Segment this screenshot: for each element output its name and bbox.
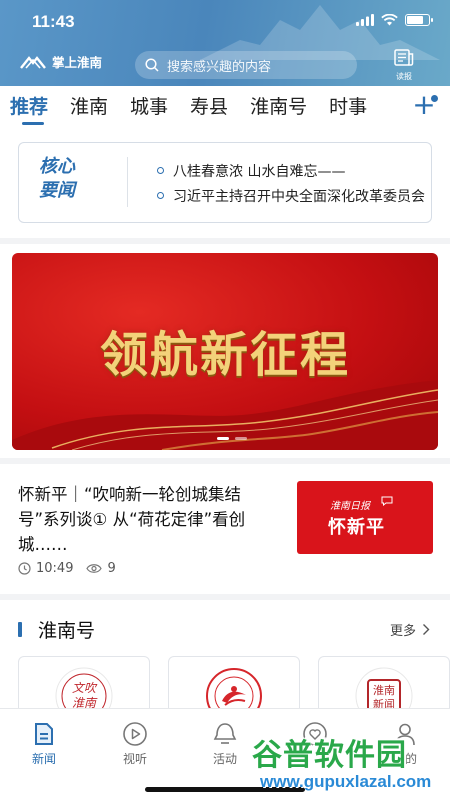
tab-current-affairs[interactable]: 时事 <box>329 92 367 119</box>
hao-account-card[interactable]: 文吹 淮南 <box>18 656 150 716</box>
thumbnail-column-name: 怀新平 <box>328 517 385 538</box>
tab-shouxian[interactable]: 寿县 <box>190 92 228 119</box>
activity-icon <box>213 723 237 744</box>
search-input[interactable]: 搜索感兴趣的内容 <box>135 51 357 79</box>
status-time: 11:43 <box>32 12 75 31</box>
search-icon <box>145 58 159 72</box>
core-news-section: 核心 要闻 八桂春意浓 山水自难忘—— 习近平主持召开中央全面深化改革委员会 <box>0 128 450 238</box>
carousel-dot[interactable] <box>235 437 247 440</box>
nav-activity[interactable]: 活动 <box>195 721 255 767</box>
notification-dot <box>431 95 438 102</box>
carousel-dot[interactable] <box>217 437 229 440</box>
core-news-divider <box>127 157 128 207</box>
core-news-card[interactable]: 核心 要闻 八桂春意浓 山水自难忘—— 习近平主持召开中央全面深化改革委员会 <box>18 142 432 223</box>
chevron-right-icon <box>423 624 430 635</box>
play-icon <box>123 722 147 746</box>
core-news-headline: 八桂春意浓 山水自难忘—— <box>173 163 346 180</box>
article-views: 9 <box>107 561 116 576</box>
battery-icon <box>405 14 433 26</box>
site-watermark: 谷普软件园 www.gupuxlazal.com <box>248 730 448 800</box>
clock-icon <box>18 562 31 575</box>
nav-activity-label: 活动 <box>212 752 237 766</box>
core-news-item[interactable]: 八桂春意浓 山水自难忘—— <box>157 158 425 183</box>
eye-icon <box>86 564 103 573</box>
section-title: 淮南号 <box>38 620 96 642</box>
read-paper-label: 读报 <box>396 72 412 81</box>
more-link[interactable]: 更多 <box>390 620 430 639</box>
tab-city[interactable]: 城事 <box>130 92 168 119</box>
status-bar: 11:43 <box>32 12 433 34</box>
more-label: 更多 <box>389 624 416 639</box>
nav-video[interactable]: 视听 <box>105 721 165 767</box>
article-title: 怀新平｜“吹响新一轮创城集结号”系列谈① 从“荷花定律”看创城…… <box>18 485 246 554</box>
hao-account-card[interactable] <box>168 656 300 716</box>
news-list: 怀新平｜“吹响新一轮创城集结号”系列谈① 从“荷花定律”看创城…… 10:49 … <box>0 464 450 594</box>
tab-huainan-hao[interactable]: 淮南号 <box>250 92 307 119</box>
watermark-title: 谷普软件园 <box>252 738 407 773</box>
channel-tab-row: 推荐 淮南 城事 寿县 淮南号 时事 <box>10 92 367 119</box>
core-news-list: 八桂春意浓 山水自难忘—— 习近平主持召开中央全面深化改革委员会 <box>157 158 425 208</box>
core-news-headline: 习近平主持召开中央全面深化改革委员会 <box>173 188 425 205</box>
huainan-hao-section: 淮南号 更多 文吹 淮南 淮南 新闻 <box>0 600 450 716</box>
core-news-badge-line1: 核心 <box>39 156 75 177</box>
banner-section: 领航新征程 <box>0 244 450 458</box>
hao-account-card[interactable]: 淮南 新闻 <box>318 656 450 716</box>
tab-recommend[interactable]: 推荐 <box>10 92 48 119</box>
chat-bubble-icon <box>381 496 393 506</box>
read-paper-button[interactable]: 读报 <box>392 49 416 82</box>
tabs-fade <box>372 86 412 128</box>
bullet-icon <box>157 167 164 174</box>
core-news-item[interactable]: 习近平主持召开中央全面深化改革委员会 <box>157 183 425 208</box>
signal-icon <box>356 14 374 26</box>
wifi-icon <box>381 14 398 26</box>
svg-text:文吹: 文吹 <box>72 681 98 695</box>
app-logo-icon <box>20 55 46 69</box>
article-meta: 10:49 9 <box>18 561 116 576</box>
app-name: 掌上淮南 <box>52 55 103 70</box>
status-icons <box>356 14 433 26</box>
watermark-url: www.gupuxlazal.com <box>260 772 432 791</box>
news-icon <box>35 723 53 745</box>
svg-text:淮南: 淮南 <box>373 684 395 697</box>
section-accent-bar <box>18 622 22 637</box>
bullet-icon <box>157 192 164 199</box>
article-thumbnail: 淮南日报 怀新平 <box>297 481 433 554</box>
active-tab-indicator <box>22 122 44 125</box>
core-news-badge-line2: 要闻 <box>39 180 75 201</box>
tab-huainan[interactable]: 淮南 <box>70 92 108 119</box>
nav-news[interactable]: 新闻 <box>14 721 74 767</box>
app-header: 11:43 掌上淮南 搜索感兴趣的内容 读报 <box>0 0 450 86</box>
article-time: 10:49 <box>36 561 74 576</box>
nav-video-label: 视听 <box>122 752 147 766</box>
app-brand: 掌上淮南 <box>20 52 102 71</box>
core-news-badge: 核心 要闻 <box>39 155 99 203</box>
thumbnail-paper-name: 淮南日报 <box>330 501 370 512</box>
nav-news-label: 新闻 <box>31 752 56 766</box>
channel-tabs: 推荐 淮南 城事 寿县 淮南号 时事 + <box>0 86 450 128</box>
banner-carousel[interactable]: 领航新征程 <box>12 253 438 450</box>
newspaper-icon <box>394 49 414 66</box>
search-placeholder: 搜索感兴趣的内容 <box>167 59 272 75</box>
carousel-indicators <box>217 437 247 440</box>
